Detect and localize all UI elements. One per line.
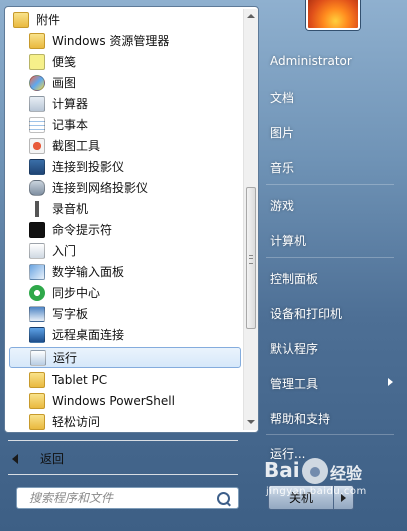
wordpad-icon <box>29 305 45 322</box>
folder-icon <box>29 413 45 430</box>
watermark: Bai 经验 jingyan.baidu.com <box>262 456 407 498</box>
folder-icon <box>29 371 45 388</box>
run-icon <box>30 349 46 366</box>
divider <box>8 474 238 475</box>
program-snipping-tool[interactable]: 截图工具 <box>9 135 241 156</box>
getting-started-icon <box>29 242 45 259</box>
program-sticky-notes[interactable]: 便笺 <box>9 51 241 72</box>
watermark-brand: 经验 <box>330 464 363 483</box>
snipping-tool-icon <box>29 137 45 154</box>
menu-default-programs[interactable]: 默认程序 <box>270 340 318 357</box>
divider <box>8 440 238 441</box>
back-label: 返回 <box>40 452 65 466</box>
program-label: 画图 <box>52 76 77 90</box>
program-label: 同步中心 <box>52 286 101 300</box>
folder-icon <box>29 392 45 409</box>
program-label: 附件 <box>36 13 61 27</box>
program-label: 轻松访问 <box>52 415 101 429</box>
search-box[interactable] <box>16 487 239 509</box>
menu-computer[interactable]: 计算机 <box>270 232 306 249</box>
watermark-url: jingyan.baidu.com <box>266 486 367 497</box>
program-windows-explorer[interactable]: Windows 资源管理器 <box>9 30 241 51</box>
scroll-down-arrow-icon[interactable] <box>247 420 255 424</box>
program-notepad[interactable]: 记事本 <box>9 114 241 135</box>
program-label: 写字板 <box>52 307 89 321</box>
menu-admin-tools[interactable]: 管理工具 <box>270 375 318 392</box>
paint-icon <box>29 74 45 91</box>
program-wordpad[interactable]: 写字板 <box>9 303 241 324</box>
menu-control-panel[interactable]: 控制面板 <box>270 270 318 287</box>
scroll-up-arrow-icon[interactable] <box>247 14 255 18</box>
program-connect-projector[interactable]: 连接到投影仪 <box>9 156 241 177</box>
search-icon[interactable] <box>217 492 230 505</box>
sync-center-icon <box>29 284 45 301</box>
program-calculator[interactable]: 计算器 <box>9 93 241 114</box>
right-divider <box>266 257 394 258</box>
program-label: 数学输入面板 <box>52 265 125 279</box>
programs-scrollbar[interactable] <box>243 9 258 430</box>
sticky-notes-icon <box>29 53 45 70</box>
watermark-logo: Bai <box>264 458 300 482</box>
program-label: 便笺 <box>52 55 77 69</box>
program-label: 入门 <box>52 244 77 258</box>
menu-help-support[interactable]: 帮助和支持 <box>270 410 330 427</box>
network-projector-icon <box>29 179 45 196</box>
command-prompt-icon <box>29 221 45 238</box>
notepad-icon <box>29 116 45 133</box>
folder-windows-powershell[interactable]: Windows PowerShell <box>9 390 241 411</box>
program-command-prompt[interactable]: 命令提示符 <box>9 219 241 240</box>
program-label: 录音机 <box>52 202 89 216</box>
math-input-icon <box>29 263 45 280</box>
calculator-icon <box>29 95 45 112</box>
program-label: Tablet PC <box>52 372 108 387</box>
program-remote-desktop[interactable]: 远程桌面连接 <box>9 324 241 345</box>
search-input[interactable] <box>27 490 221 506</box>
scrollbar-thumb[interactable] <box>246 187 256 329</box>
menu-pictures[interactable]: 图片 <box>270 124 294 141</box>
programs-pane: 附件 Windows 资源管理器 便笺 画图 计算器 记事本 截图工具 连接到投… <box>4 6 259 433</box>
explorer-icon <box>29 32 45 49</box>
programs-list: 附件 Windows 资源管理器 便笺 画图 计算器 记事本 截图工具 连接到投… <box>5 7 243 432</box>
paw-icon <box>302 458 328 484</box>
menu-music[interactable]: 音乐 <box>270 159 294 176</box>
program-label: 连接到投影仪 <box>52 160 125 174</box>
program-label: 截图工具 <box>52 139 101 153</box>
program-label: 连接到网络投影仪 <box>52 181 149 195</box>
user-avatar[interactable] <box>306 0 360 30</box>
program-label: 命令提示符 <box>52 223 113 237</box>
program-label: 远程桌面连接 <box>52 328 125 342</box>
right-divider <box>266 184 394 185</box>
menu-games[interactable]: 游戏 <box>270 197 294 214</box>
program-connect-network-projector[interactable]: 连接到网络投影仪 <box>9 177 241 198</box>
user-name-link[interactable]: Administrator <box>270 54 352 68</box>
program-getting-started[interactable]: 入门 <box>9 240 241 261</box>
menu-documents[interactable]: 文档 <box>270 89 294 106</box>
back-arrow-icon <box>12 453 18 464</box>
program-run[interactable]: 运行 <box>9 347 241 368</box>
folder-icon <box>13 11 29 28</box>
folder-ease-of-access[interactable]: 轻松访问 <box>9 411 241 432</box>
menu-devices-printers[interactable]: 设备和打印机 <box>270 305 342 322</box>
projector-icon <box>29 158 45 175</box>
folder-tablet-pc[interactable]: Tablet PC <box>9 369 241 390</box>
folder-accessories[interactable]: 附件 <box>9 9 241 30</box>
program-label: 记事本 <box>52 118 89 132</box>
program-sound-recorder[interactable]: 录音机 <box>9 198 241 219</box>
back-button[interactable]: 返回 <box>12 450 64 467</box>
program-sync-center[interactable]: 同步中心 <box>9 282 241 303</box>
program-math-input-panel[interactable]: 数学输入面板 <box>9 261 241 282</box>
remote-desktop-icon <box>29 326 45 343</box>
microphone-icon <box>29 200 45 217</box>
grip-icon <box>249 255 253 264</box>
submenu-arrow-icon <box>388 378 393 386</box>
program-label: Windows 资源管理器 <box>52 34 170 48</box>
program-paint[interactable]: 画图 <box>9 72 241 93</box>
right-divider <box>266 434 394 435</box>
program-label: 计算器 <box>52 97 89 111</box>
program-label: 运行 <box>53 351 78 365</box>
program-label: Windows PowerShell <box>52 393 175 408</box>
